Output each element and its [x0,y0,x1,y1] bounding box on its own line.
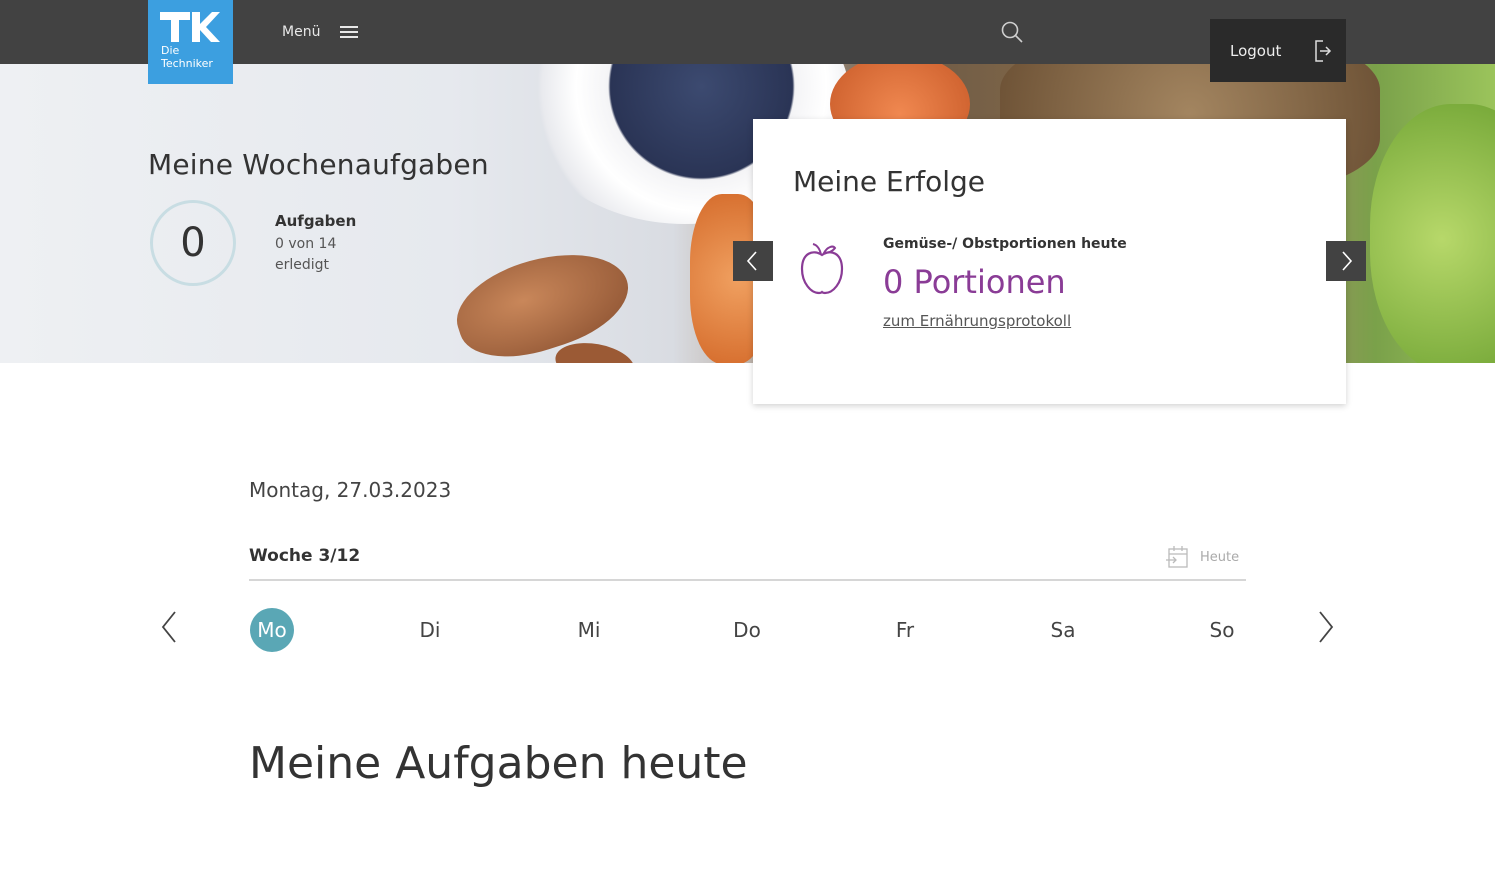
day-label: Sa [1050,618,1076,642]
day-label: Mi [577,618,601,642]
day-saturday[interactable]: Sa [1040,607,1086,653]
portions-value: 0 Portionen [883,263,1066,301]
day-label: Fr [895,618,915,642]
today-tasks-title: Meine Aufgaben heute [249,738,748,789]
weekday-selector: Mo Di Mi Do Fr Sa So [249,607,1249,653]
day-sunday[interactable]: So [1199,607,1245,653]
day-label: Mo [257,618,287,642]
day-monday[interactable]: Mo [250,608,294,652]
tasks-done-label: erledigt [275,257,330,273]
chevron-right-icon [1319,611,1334,643]
tasks-progress-ring: 0 [150,200,236,286]
hamburger-icon [340,25,359,39]
logout-icon [1315,40,1332,62]
logo-line-1: Die [161,44,180,57]
tk-logo[interactable]: Die Techniker [148,0,233,84]
day-tuesday[interactable]: Di [407,607,453,653]
card-prev-button[interactable] [733,241,773,281]
tasks-progress-value: 0 [180,220,206,266]
day-label: Do [733,618,761,642]
chevron-right-icon [1342,251,1353,271]
tasks-count: 0 von 14 [275,236,337,252]
success-card-subtitle: Gemüse-/ Obstportionen heute [883,236,1127,252]
search-button[interactable] [1000,20,1024,44]
tk-logo-mark [160,12,220,42]
calendar-icon [1166,546,1188,568]
next-week-button[interactable] [1313,610,1337,644]
logo-line-2: Techniker [161,57,213,70]
prev-week-button[interactable] [158,610,182,644]
chevron-left-icon [746,251,757,271]
hero-image-lettuce [1370,104,1495,363]
logout-label: Logout [1230,41,1282,60]
tasks-label: Aufgaben [275,212,357,230]
success-card: Meine Erfolge Gemüse-/ Obstportionen heu… [753,119,1346,404]
week-divider [249,579,1246,581]
search-icon [1001,21,1023,43]
apple-icon [800,243,844,295]
week-indicator: Woche 3/12 [249,546,361,566]
today-button[interactable]: Heute [1166,544,1239,570]
card-next-button[interactable] [1326,241,1366,281]
menu-label: Menü [282,24,321,40]
day-thursday[interactable]: Do [724,607,770,653]
logout-button[interactable]: Logout [1210,19,1346,82]
success-card-title: Meine Erfolge [793,165,986,198]
current-date: Montag, 27.03.2023 [249,478,452,502]
day-label: Di [419,618,441,642]
nutrition-log-link[interactable]: zum Ernährungsprotokoll [883,312,1071,330]
hero-image-almond [445,234,640,363]
weekly-tasks-title: Meine Wochenaufgaben [148,148,489,181]
day-friday[interactable]: Fr [882,607,928,653]
chevron-left-icon [161,611,176,643]
day-wednesday[interactable]: Mi [566,607,612,653]
menu-button[interactable]: Menü [282,20,359,44]
day-label: So [1209,618,1235,642]
today-label: Heute [1200,549,1240,565]
